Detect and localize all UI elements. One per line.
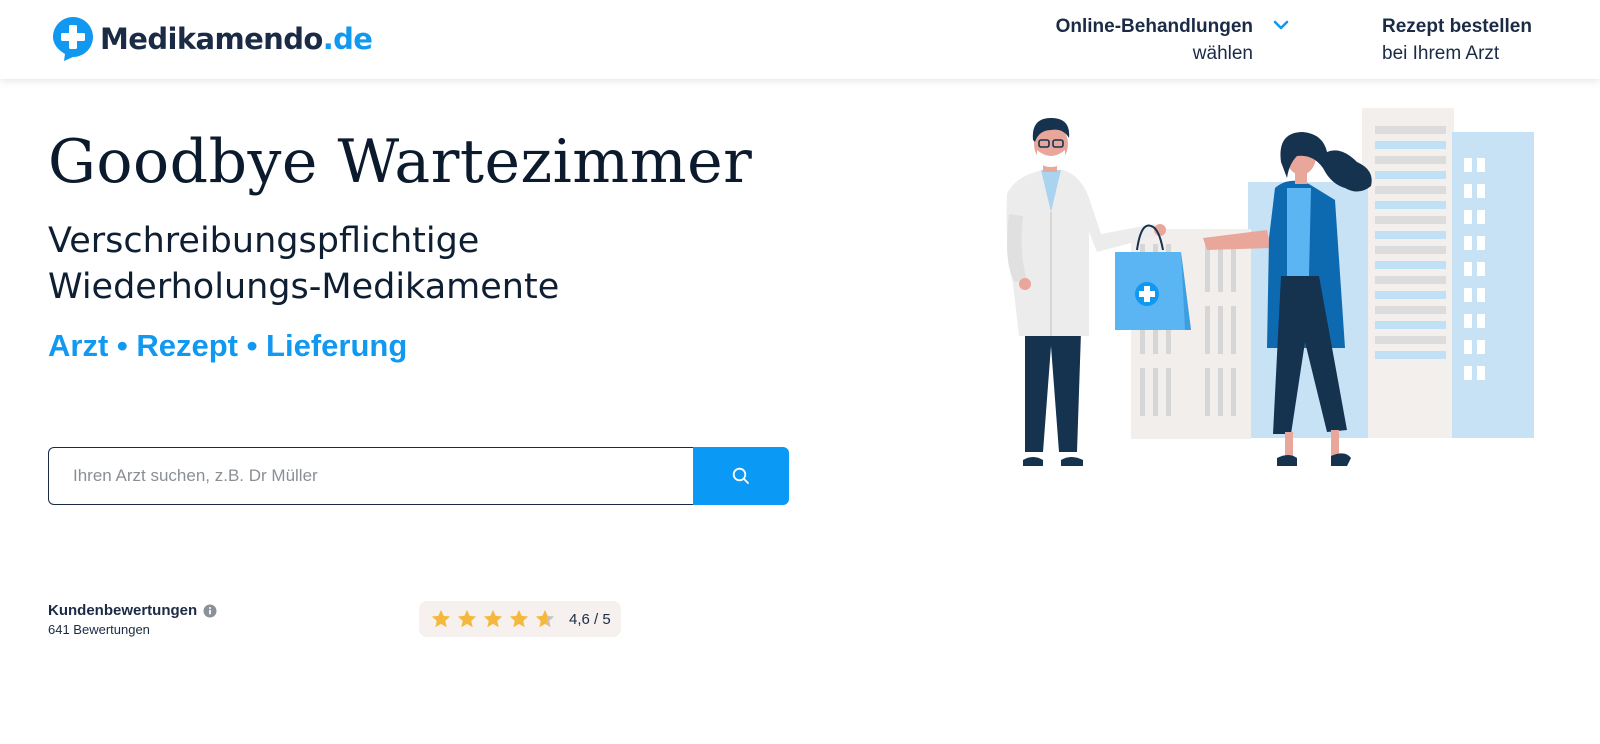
chevron-down-icon[interactable] (1271, 15, 1291, 35)
nav-online-treatments[interactable]: Online-Behandlungen wählen (1055, 13, 1289, 67)
doctor-search-input[interactable] (48, 447, 693, 505)
hero-tagline: Arzt • Rezept • Lieferung (48, 328, 408, 363)
star-half-icon (535, 609, 555, 628)
logo-cross-icon (53, 17, 93, 61)
search-button[interactable] (693, 447, 789, 505)
star-icon (509, 609, 529, 628)
logo[interactable]: Medikamendo.de (52, 16, 373, 62)
hero-title: Goodbye Wartezimmer (48, 127, 753, 197)
site-header: Medikamendo.de Online-Behandlungen wähle… (0, 0, 1600, 79)
reviews-title-text: Kundenbewertungen (48, 602, 198, 619)
reviews-count: 641 Bewertungen (48, 622, 150, 637)
nav-online-treatments-subtitle: wählen (1192, 43, 1253, 64)
nav-order-prescription[interactable]: Rezept bestellen bei Ihrem Arzt (1382, 13, 1532, 67)
star-icon (457, 609, 477, 628)
hero-subtitle-line-1: Verschreibungspflichtige (48, 221, 480, 261)
doctor-patient-illustration (1006, 108, 1534, 466)
star-icon (431, 609, 451, 628)
rating-badge[interactable]: 4,6 / 5 (419, 601, 621, 637)
doctor-search (48, 447, 789, 505)
hero-subtitle-line-2: Wiederholungs-Medikamente (48, 267, 560, 307)
nav-online-treatments-title: Online-Behandlungen (1055, 16, 1253, 37)
rating-value: 4,6 / 5 (569, 610, 611, 628)
reviews-title: Kundenbewertungen (48, 601, 217, 621)
star-icon (483, 609, 503, 628)
customer-reviews: Kundenbewertungen 641 Bewertungen (48, 601, 217, 639)
nav-order-prescription-title: Rezept bestellen (1382, 16, 1532, 37)
hero-subtitle: Verschreibungspflichtige Wiederholungs-M… (48, 218, 559, 310)
nav-order-prescription-subtitle: bei Ihrem Arzt (1382, 43, 1500, 64)
search-icon (732, 467, 749, 484)
logo-text: Medikamendo.de (100, 22, 373, 56)
info-icon[interactable] (203, 604, 217, 618)
